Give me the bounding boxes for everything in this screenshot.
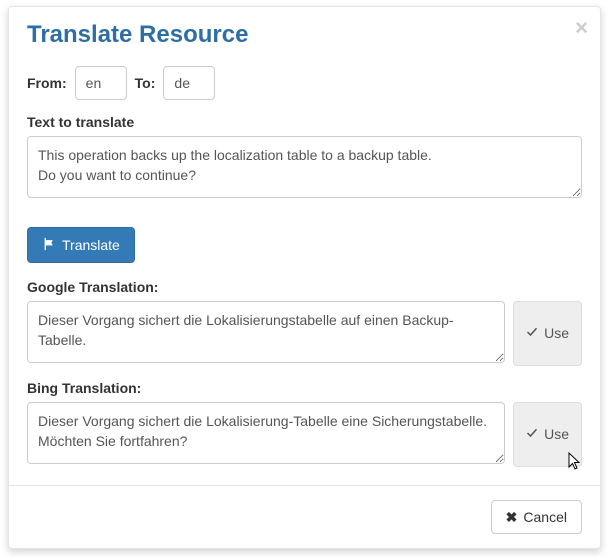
check-icon xyxy=(526,326,538,340)
source-text-section: Text to translate xyxy=(27,114,582,201)
language-row: From: To: xyxy=(27,66,582,100)
to-label: To: xyxy=(135,75,156,91)
bing-use-button[interactable]: Use xyxy=(513,402,582,467)
translate-button[interactable]: Translate xyxy=(27,227,135,263)
dialog-header: × Translate Resource xyxy=(9,7,600,60)
flag-icon xyxy=(42,237,56,253)
from-language-input[interactable] xyxy=(75,66,127,100)
dialog-body: From: To: Text to translate Translate Go… xyxy=(9,60,600,467)
google-use-button[interactable]: Use xyxy=(513,301,582,366)
source-text-textarea[interactable] xyxy=(27,136,582,198)
google-translation-section: Google Translation: Use xyxy=(27,279,582,366)
translate-resource-dialog: × Translate Resource From: To: Text to t… xyxy=(8,6,601,549)
cancel-button-label: Cancel xyxy=(523,510,567,524)
from-label: From: xyxy=(27,75,67,91)
google-use-label: Use xyxy=(544,326,569,340)
check-icon xyxy=(526,427,538,441)
close-icon: ✖ xyxy=(506,510,518,524)
source-text-label: Text to translate xyxy=(27,114,582,130)
google-translation-textarea[interactable] xyxy=(27,301,505,363)
google-translation-label: Google Translation: xyxy=(27,279,582,295)
close-icon[interactable]: × xyxy=(575,17,588,39)
translate-button-label: Translate xyxy=(62,238,120,252)
dialog-title: Translate Resource xyxy=(27,21,582,50)
to-language-input[interactable] xyxy=(163,66,215,100)
dialog-footer: ✖ Cancel xyxy=(9,485,600,548)
bing-translation-textarea[interactable] xyxy=(27,402,505,464)
cancel-button[interactable]: ✖ Cancel xyxy=(491,500,582,534)
bing-use-label: Use xyxy=(544,427,569,441)
bing-translation-section: Bing Translation: Use xyxy=(27,380,582,467)
bing-translation-label: Bing Translation: xyxy=(27,380,582,396)
